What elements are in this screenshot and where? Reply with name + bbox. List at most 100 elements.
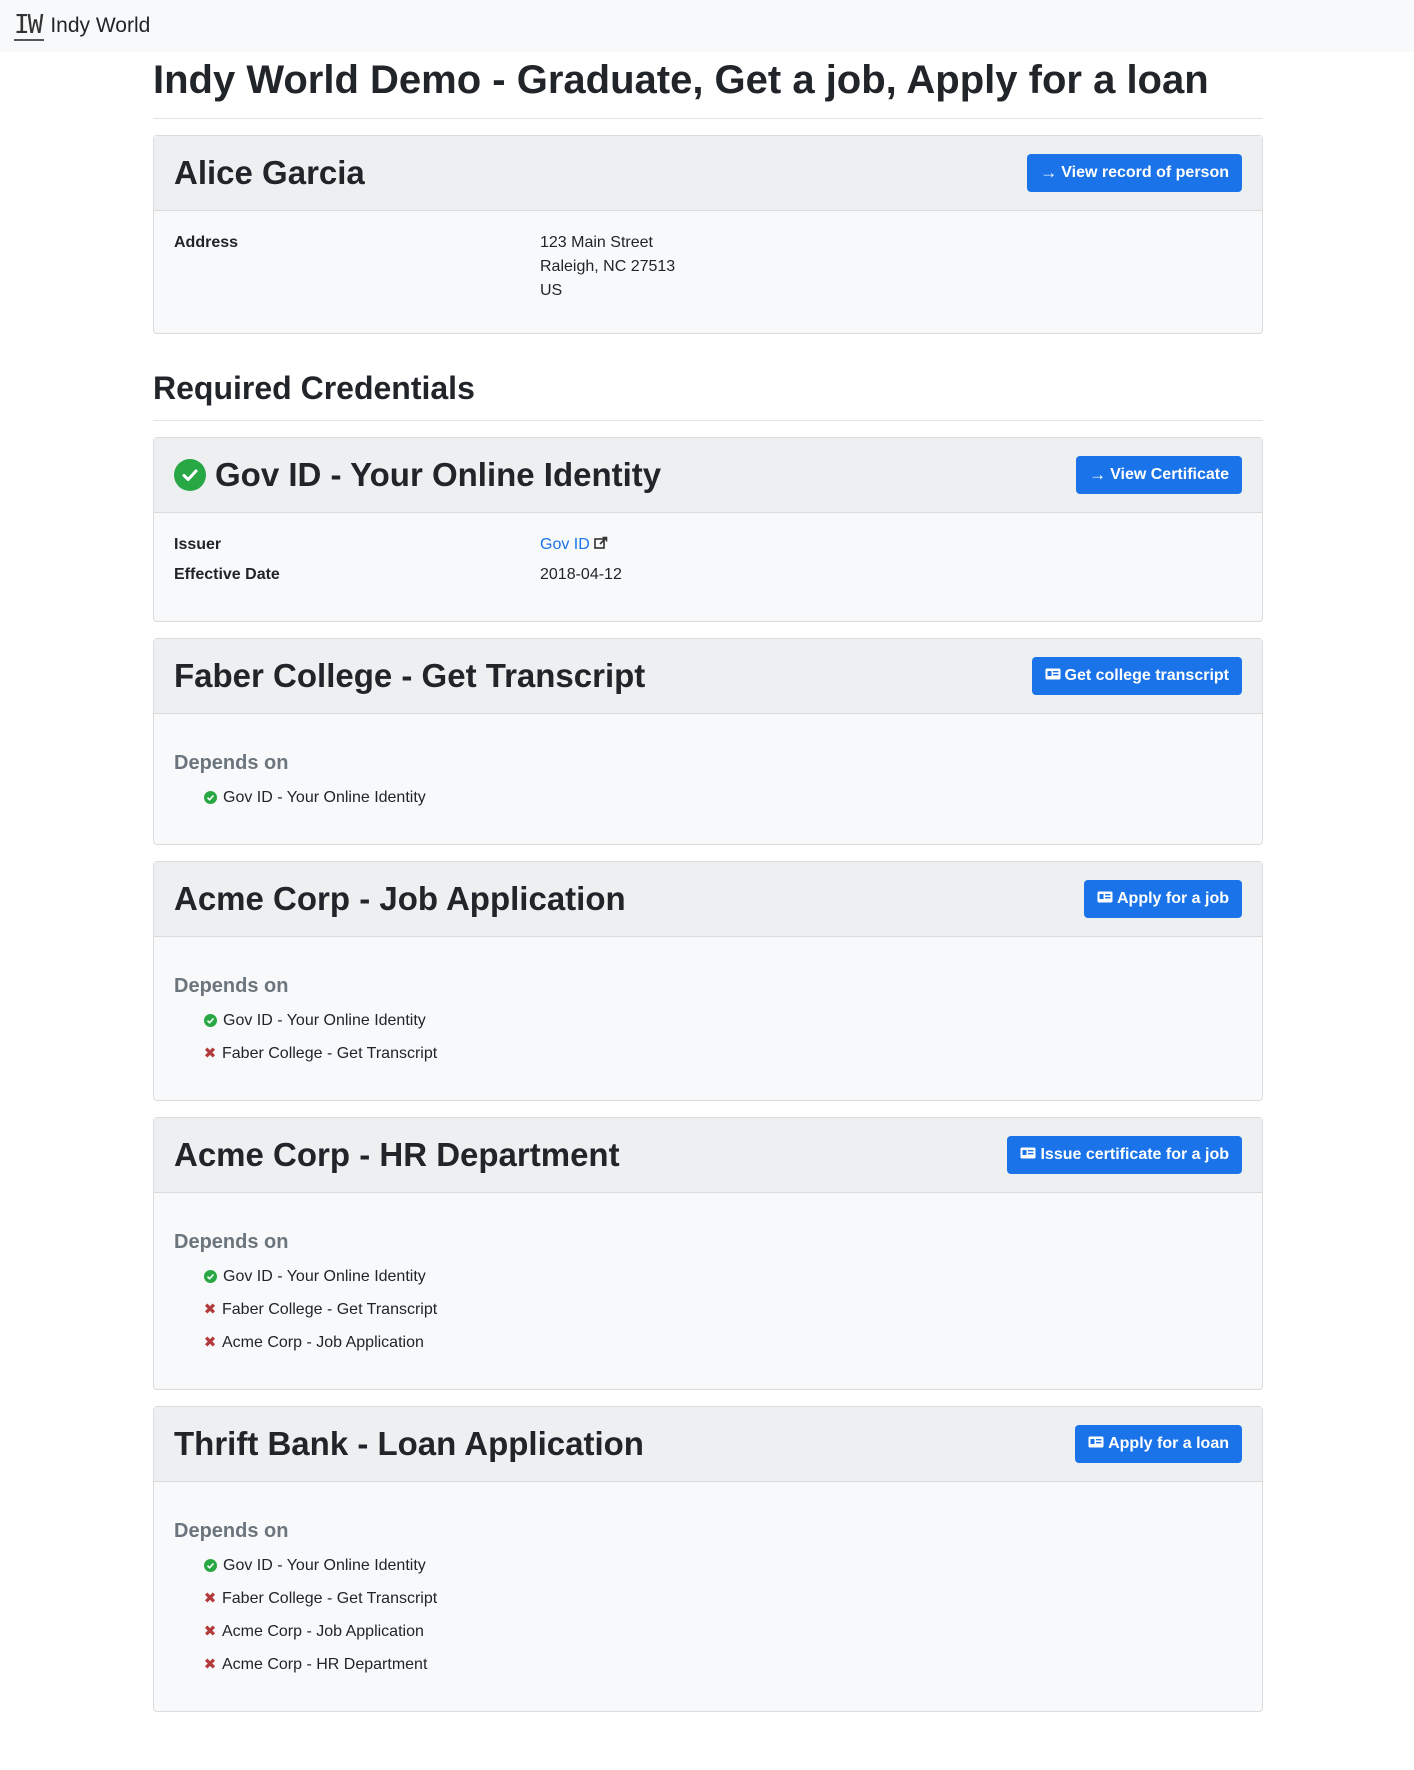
credential-header: Acme Corp - HR Department Issue certific… <box>154 1118 1262 1193</box>
credential-title-text: Gov ID - Your Online Identity <box>215 456 662 493</box>
credential-card-acme-hr: Acme Corp - HR Department Issue certific… <box>153 1117 1263 1390</box>
times-icon: ✖ <box>203 1045 217 1062</box>
view-certificate-label: View Certificate <box>1110 466 1229 483</box>
dependency-label: Gov ID - Your Online Identity <box>223 1268 426 1285</box>
get-transcript-button[interactable]: Get college transcript <box>1031 657 1242 695</box>
apply-loan-button[interactable]: Apply for a loan <box>1075 1425 1242 1463</box>
address-line: Raleigh, NC 27513 <box>540 258 676 275</box>
person-card-header: Alice Garcia → View record of person <box>154 136 1262 211</box>
id-card-icon <box>1097 890 1113 908</box>
page-title: Indy World Demo - Graduate, Get a job, A… <box>153 56 1263 119</box>
issue-certificate-button[interactable]: Issue certificate for a job <box>1007 1136 1242 1174</box>
address-line: 123 Main Street <box>540 234 653 251</box>
dependency-label: Gov ID - Your Online Identity <box>223 1557 426 1574</box>
credential-body: Issuer Gov ID Effective Date 2018-04-12 <box>154 513 1262 621</box>
issuer-row: Issuer Gov ID <box>174 533 1242 557</box>
apply-job-button[interactable]: Apply for a job <box>1084 880 1242 918</box>
times-icon: ✖ <box>203 1623 217 1640</box>
credential-header: Thrift Bank - Loan Application Apply for… <box>154 1407 1262 1482</box>
apply-loan-label: Apply for a loan <box>1108 1435 1229 1452</box>
id-card-icon <box>1088 1435 1104 1453</box>
dependency-label: Faber College - Get Transcript <box>222 1590 438 1607</box>
list-item: Gov ID - Your Online Identity <box>204 781 1242 814</box>
check-circle-icon <box>174 459 206 491</box>
depends-list: Gov ID - Your Online Identity ✖ Faber Co… <box>174 1004 1242 1070</box>
get-transcript-label: Get college transcript <box>1064 667 1230 684</box>
dependency-label: Acme Corp - Job Application <box>222 1334 424 1351</box>
view-certificate-button[interactable]: → View Certificate <box>1076 456 1242 494</box>
dependency-label: Acme Corp - HR Department <box>222 1656 428 1673</box>
list-item: ✖ Faber College - Get Transcript <box>204 1582 1242 1615</box>
issue-certificate-label: Issue certificate for a job <box>1040 1146 1229 1163</box>
dependency-label: Acme Corp - Job Application <box>222 1623 424 1640</box>
view-record-label: View record of person <box>1061 164 1229 181</box>
credential-title: Thrift Bank - Loan Application <box>174 1425 644 1462</box>
credential-card-faber: Faber College - Get Transcript Get colle… <box>153 638 1263 845</box>
effective-date-value: 2018-04-12 <box>540 566 622 583</box>
check-circle-icon <box>204 1270 217 1283</box>
dependency-label: Gov ID - Your Online Identity <box>223 1012 426 1029</box>
issuer-link[interactable]: Gov ID <box>540 533 608 557</box>
dependency-label: Faber College - Get Transcript <box>222 1301 438 1318</box>
credential-body: Depends on Gov ID - Your Online Identity… <box>154 1482 1262 1711</box>
credential-body: Depends on Gov ID - Your Online Identity… <box>154 1193 1262 1389</box>
list-item: Gov ID - Your Online Identity <box>204 1260 1242 1293</box>
view-record-button[interactable]: → View record of person <box>1027 154 1242 192</box>
person-card-body: Address 123 Main Street Raleigh, NC 2751… <box>154 211 1262 333</box>
effective-date-label: Effective Date <box>174 566 280 583</box>
address-row: Address 123 Main Street Raleigh, NC 2751… <box>174 231 1242 303</box>
credential-title: Acme Corp - HR Department <box>174 1136 620 1173</box>
dependency-label: Gov ID - Your Online Identity <box>223 789 426 806</box>
navbar: IW Indy World <box>0 0 1414 52</box>
dependency-label: Faber College - Get Transcript <box>222 1045 438 1062</box>
depends-list: Gov ID - Your Online Identity ✖ Faber Co… <box>174 1549 1242 1681</box>
credential-title: Faber College - Get Transcript <box>174 657 646 694</box>
times-icon: ✖ <box>203 1590 217 1607</box>
arrow-right-icon: → <box>1089 465 1107 484</box>
credential-title: Gov ID - Your Online Identity <box>174 456 661 494</box>
credential-body: Depends on Gov ID - Your Online Identity… <box>154 937 1262 1100</box>
times-icon: ✖ <box>203 1656 217 1673</box>
times-icon: ✖ <box>203 1334 217 1351</box>
depends-list: Gov ID - Your Online Identity <box>174 781 1242 814</box>
issuer-label: Issuer <box>174 536 222 553</box>
address-line: US <box>540 282 563 299</box>
list-item: Gov ID - Your Online Identity <box>204 1549 1242 1582</box>
brand-logo[interactable]: IW <box>14 11 45 41</box>
brand-name[interactable]: Indy World <box>50 14 150 38</box>
apply-job-label: Apply for a job <box>1117 890 1229 907</box>
issuer-link-text: Gov ID <box>540 536 590 553</box>
depends-on-title: Depends on <box>174 975 289 997</box>
credential-header: Gov ID - Your Online Identity → View Cer… <box>154 438 1262 513</box>
list-item: ✖ Faber College - Get Transcript <box>204 1293 1242 1326</box>
depends-on-title: Depends on <box>174 1231 289 1253</box>
id-card-icon <box>1045 667 1061 685</box>
address-value: 123 Main Street Raleigh, NC 27513 US <box>540 231 675 303</box>
credential-title: Acme Corp - Job Application <box>174 880 626 917</box>
credential-header: Acme Corp - Job Application Apply for a … <box>154 862 1262 937</box>
list-item: ✖ Acme Corp - Job Application <box>204 1326 1242 1359</box>
check-circle-icon <box>204 791 217 804</box>
id-card-icon <box>1020 1146 1036 1164</box>
check-circle-icon <box>204 1559 217 1572</box>
effective-date-row: Effective Date 2018-04-12 <box>174 563 1242 587</box>
person-card: Alice Garcia → View record of person Add… <box>153 135 1263 334</box>
list-item: ✖ Faber College - Get Transcript <box>204 1037 1242 1070</box>
section-title: Required Credentials <box>153 368 1263 421</box>
arrow-right-icon: → <box>1040 163 1058 182</box>
depends-list: Gov ID - Your Online Identity ✖ Faber Co… <box>174 1260 1242 1359</box>
depends-on-title: Depends on <box>174 1520 289 1542</box>
main-container: Indy World Demo - Graduate, Get a job, A… <box>153 52 1263 1712</box>
address-label: Address <box>174 234 239 251</box>
credential-card-thrift: Thrift Bank - Loan Application Apply for… <box>153 1406 1263 1712</box>
list-item: ✖ Acme Corp - Job Application <box>204 1615 1242 1648</box>
times-icon: ✖ <box>203 1301 217 1318</box>
person-name: Alice Garcia <box>174 154 365 191</box>
credential-card-govid: Gov ID - Your Online Identity → View Cer… <box>153 437 1263 622</box>
credential-header: Faber College - Get Transcript Get colle… <box>154 639 1262 714</box>
depends-on-title: Depends on <box>174 752 289 774</box>
external-link-icon <box>594 536 608 553</box>
credential-card-acme-job: Acme Corp - Job Application Apply for a … <box>153 861 1263 1101</box>
check-circle-icon <box>204 1014 217 1027</box>
credential-body: Depends on Gov ID - Your Online Identity <box>154 714 1262 844</box>
